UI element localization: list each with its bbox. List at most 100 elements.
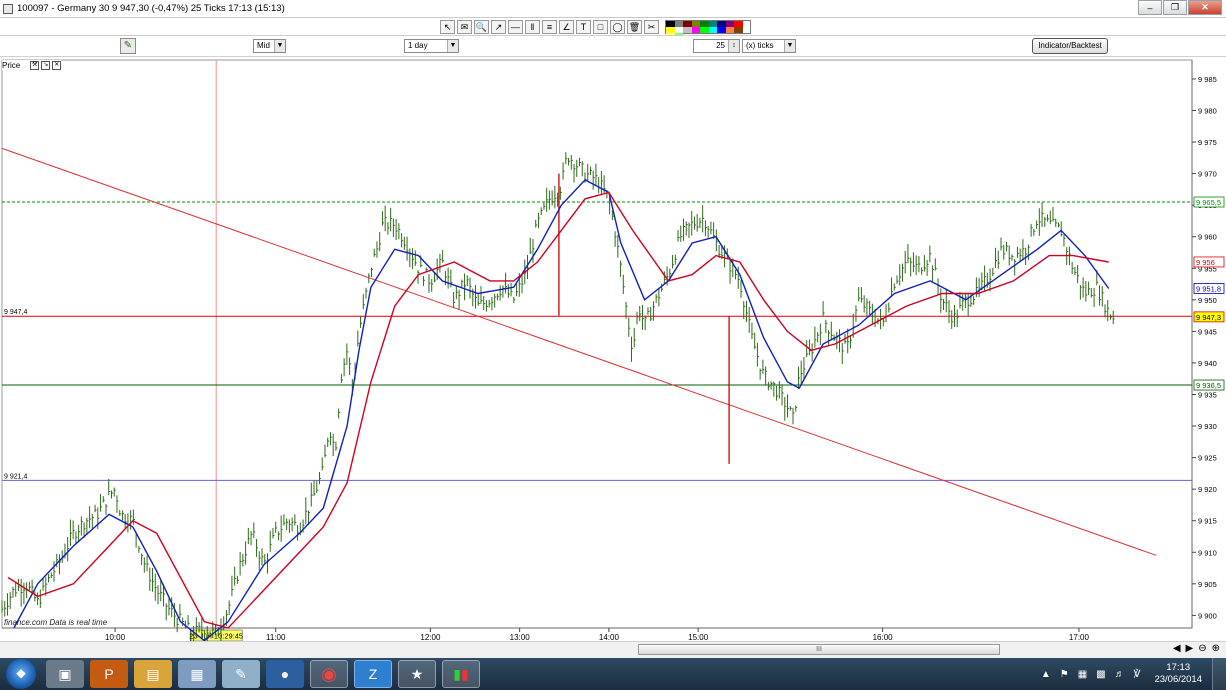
wrench-icon[interactable]: ⚒	[30, 60, 40, 70]
alarm-icon[interactable]: ✉	[457, 20, 472, 34]
price-label: 9 965,5	[1196, 198, 1221, 207]
zoom-out-icon[interactable]: ⊖	[1198, 643, 1206, 654]
restore-icon[interactable]: ❐	[1163, 0, 1187, 15]
scrollbar-thumb[interactable]: III	[638, 644, 1000, 655]
minimize-icon[interactable]: –	[1138, 0, 1162, 15]
zoom-controls: ◀ ▶ ⊖ ⊕	[1168, 643, 1220, 654]
clock-time: 17:13	[1166, 662, 1191, 673]
price-label: 9 951,8	[1196, 284, 1221, 293]
system-tray: ▲ ⚑ ▦ ▩ ♬ ℣ 17:13 23/06/2014	[1032, 658, 1202, 690]
color-swatch[interactable]	[725, 27, 734, 33]
horizontal-line-icon[interactable]: —	[508, 20, 523, 34]
price-label: 9 956	[1196, 258, 1215, 267]
eraser-icon[interactable]: ✂	[644, 20, 659, 34]
color-swatch[interactable]	[683, 27, 692, 33]
y-tick-label: 9 950	[1198, 296, 1217, 305]
y-tick-label: 9 915	[1198, 517, 1217, 526]
show-desktop-button[interactable]	[1212, 658, 1226, 690]
chevron-down-icon[interactable]: ▼	[447, 40, 458, 52]
zoom-in-icon[interactable]: ⊕	[1212, 643, 1220, 654]
y-tick-label: 9 975	[1198, 138, 1217, 147]
period-select[interactable]: 1 day ▼	[404, 39, 459, 53]
options-bar: ✎ Mid ▼ 1 day ▼ 25 ↕ (x) ticks ▼ Indicat…	[0, 35, 1226, 57]
period-value: 1 day	[408, 41, 428, 50]
close-icon[interactable]: ✕	[1188, 0, 1222, 15]
chevron-down-icon[interactable]: ▼	[274, 40, 285, 52]
screenshot-app-icon[interactable]: ▣	[46, 660, 84, 688]
stepper-icon[interactable]: ↕	[728, 40, 739, 52]
price-chart[interactable]: 9 9859 9809 9759 9709 9659 9609 9559 950…	[0, 58, 1226, 641]
x-tick-label: 15:00	[688, 633, 709, 641]
chevron-down-icon[interactable]: ▼	[784, 40, 795, 52]
volume-icon[interactable]: ♬	[1115, 669, 1125, 680]
panel-label: Price	[2, 60, 21, 70]
horizontal-scrollbar[interactable]: III ◀ ▶ ⊖ ⊕	[0, 641, 1226, 658]
chrome-icon[interactable]: ◉	[310, 660, 348, 688]
watermark-text: finance.com Data is real time	[4, 618, 108, 627]
powerpoint-icon[interactable]: P	[90, 660, 128, 688]
color-swatch[interactable]	[708, 27, 717, 33]
ticks-unit-select[interactable]: (x) ticks ▼	[742, 39, 796, 53]
price-type-select[interactable]: Mid ▼	[253, 39, 286, 53]
arrow-up-icon[interactable]: ▲	[1041, 669, 1051, 680]
level-label: 9 947,4	[4, 309, 27, 316]
clock[interactable]: 17:13 23/06/2014	[1154, 662, 1202, 686]
x-tick-label: 10:00	[105, 633, 126, 641]
close-panel-icon[interactable]: ✕	[52, 60, 62, 70]
folder-icon[interactable]: ▤	[134, 660, 172, 688]
x-tick-label: 16:00	[873, 633, 894, 641]
y-tick-label: 9 930	[1198, 422, 1217, 431]
ellipse-icon[interactable]: ◯	[610, 20, 625, 34]
trading-app-icon[interactable]: ▮ ▮	[442, 660, 480, 688]
x-tick-label: 11:00	[266, 633, 286, 641]
panel-header: Price ⚒ ↘ ✕	[2, 60, 62, 70]
scroll-left-icon[interactable]: ◀	[1173, 643, 1181, 654]
flag-icon[interactable]: ⚑	[1060, 669, 1069, 680]
clock-date: 23/06/2014	[1154, 674, 1202, 685]
start-button[interactable]: ❖	[6, 659, 36, 689]
calculator-icon[interactable]: ▦	[178, 660, 216, 688]
chart-settings-icon[interactable]: ✎	[120, 38, 136, 54]
x-tick-label: 13:00	[510, 633, 531, 641]
vertical-line-icon[interactable]: ‖	[525, 20, 540, 34]
monitor-icon[interactable]: ▦	[1078, 669, 1087, 680]
window-titlebar: 100097 - Germany 30 9 947,30 (-0,47%) 25…	[0, 0, 1226, 18]
outlook-icon[interactable]: ●	[266, 660, 304, 688]
y-tick-label: 9 900	[1198, 611, 1217, 620]
color-swatch[interactable]	[717, 27, 726, 33]
y-tick-label: 9 905	[1198, 580, 1217, 589]
network-icon[interactable]: ★	[398, 660, 436, 688]
x-tick-label: 17:00	[1069, 633, 1090, 641]
resize-icon[interactable]: ↘	[41, 60, 51, 70]
x-tick-label: 14:00	[599, 633, 620, 641]
text-icon[interactable]: T	[576, 20, 591, 34]
zoom-icon[interactable]: 🔍	[474, 20, 489, 34]
y-tick-label: 9 940	[1198, 359, 1217, 368]
channel-icon[interactable]: □	[593, 20, 608, 34]
z-app-icon[interactable]: Z	[354, 660, 392, 688]
scroll-right-icon[interactable]: ▶	[1186, 643, 1194, 654]
y-tick-label: 9 920	[1198, 485, 1217, 494]
color-swatch[interactable]	[734, 27, 743, 33]
indicator-backtest-button[interactable]: Indicator/Backtest	[1032, 38, 1108, 54]
usb-icon[interactable]: ℣	[1134, 669, 1141, 680]
window-controls: – ❐ ✕	[1137, 0, 1222, 15]
y-tick-label: 9 985	[1198, 75, 1217, 84]
line-icon[interactable]: ↗	[491, 20, 506, 34]
fibonacci-icon[interactable]: ≡	[542, 20, 557, 34]
ticks-value: 25	[716, 41, 725, 50]
paint-icon[interactable]: ✎	[222, 660, 260, 688]
color-swatch[interactable]	[700, 27, 709, 33]
color-palette[interactable]	[665, 20, 751, 39]
delete-icon[interactable]: 🗑	[627, 20, 642, 34]
ticks-stepper[interactable]: 25 ↕	[693, 39, 740, 53]
plot-area	[1, 59, 1193, 629]
level-label: 9 921,4	[4, 473, 27, 480]
y-tick-label: 9 925	[1198, 454, 1217, 463]
fan-icon[interactable]: ∠	[559, 20, 574, 34]
color-swatch[interactable]	[691, 27, 700, 33]
price-type-value: Mid	[257, 41, 270, 50]
pointer-icon[interactable]: ↖	[440, 20, 455, 34]
chart-canvas[interactable]: 9 9859 9809 9759 9709 9659 9609 9559 950…	[0, 58, 1226, 641]
network-tray-icon[interactable]: ▩	[1096, 669, 1105, 680]
